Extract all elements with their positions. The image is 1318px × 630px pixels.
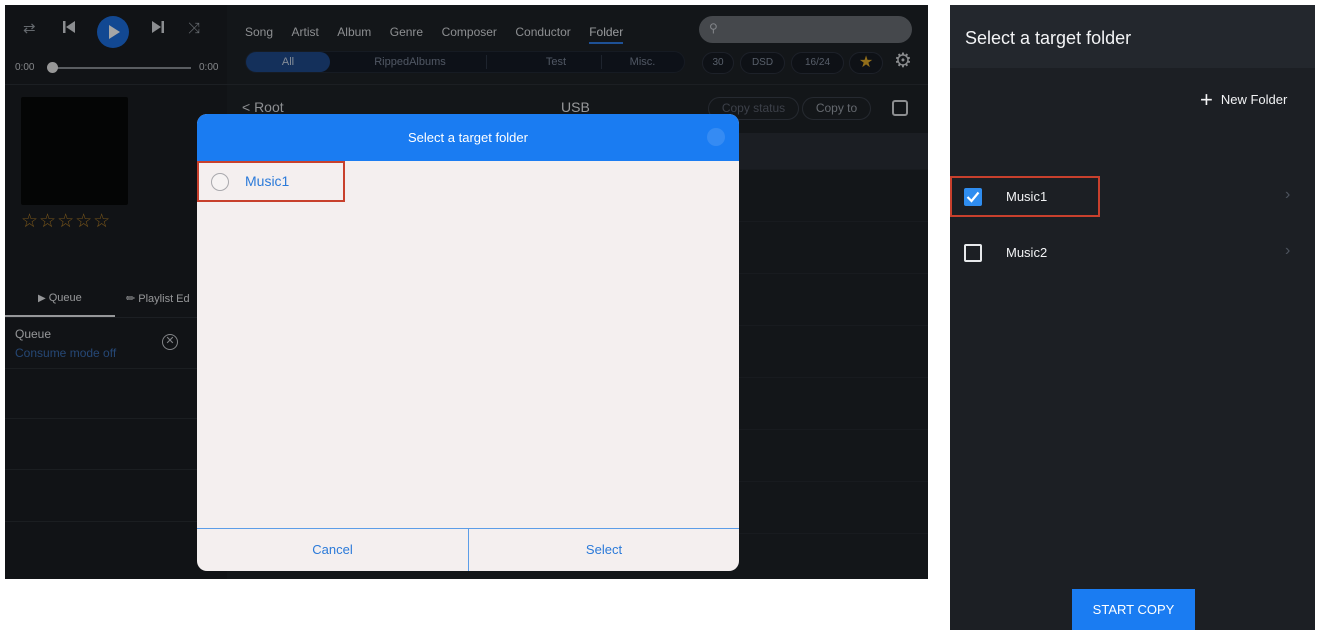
folder-row-music2[interactable]: Music2 › (950, 233, 1315, 273)
highlight-box (950, 176, 1100, 217)
phone-app-screenshot: Select a target folder + New Folder Music… (950, 5, 1315, 630)
tablet-app-screenshot: ⇄ ⤨ 0:00 0:00 ☆☆☆☆☆ ▶ Queue ✏ Playlist Ed… (5, 5, 928, 579)
phone-header: Select a target folder (950, 5, 1315, 68)
page-title: Select a target folder (965, 28, 1132, 48)
new-folder-label: New Folder (1220, 92, 1288, 107)
dialog-header: Select a target folder (197, 114, 739, 161)
chevron-right-icon[interactable]: › (1285, 186, 1290, 204)
new-folder-button[interactable]: + New Folder (1200, 87, 1287, 113)
select-button[interactable]: Select (469, 529, 739, 571)
dialog-title: Select a target folder (408, 130, 528, 145)
folder-row-music1[interactable]: Music1 (197, 161, 345, 202)
radio-button[interactable] (211, 173, 229, 191)
help-icon[interactable] (707, 128, 725, 146)
plus-icon: + (1200, 87, 1213, 112)
cancel-button[interactable]: Cancel (197, 529, 468, 571)
chevron-right-icon[interactable]: › (1285, 242, 1290, 260)
start-copy-button[interactable]: START COPY (1072, 589, 1195, 630)
folder-name: Music1 (245, 173, 290, 189)
select-folder-dialog: Select a target folder Music1 Cancel Sel… (197, 114, 739, 571)
checkbox-unchecked[interactable] (964, 244, 982, 262)
folder-name: Music2 (1006, 245, 1048, 260)
